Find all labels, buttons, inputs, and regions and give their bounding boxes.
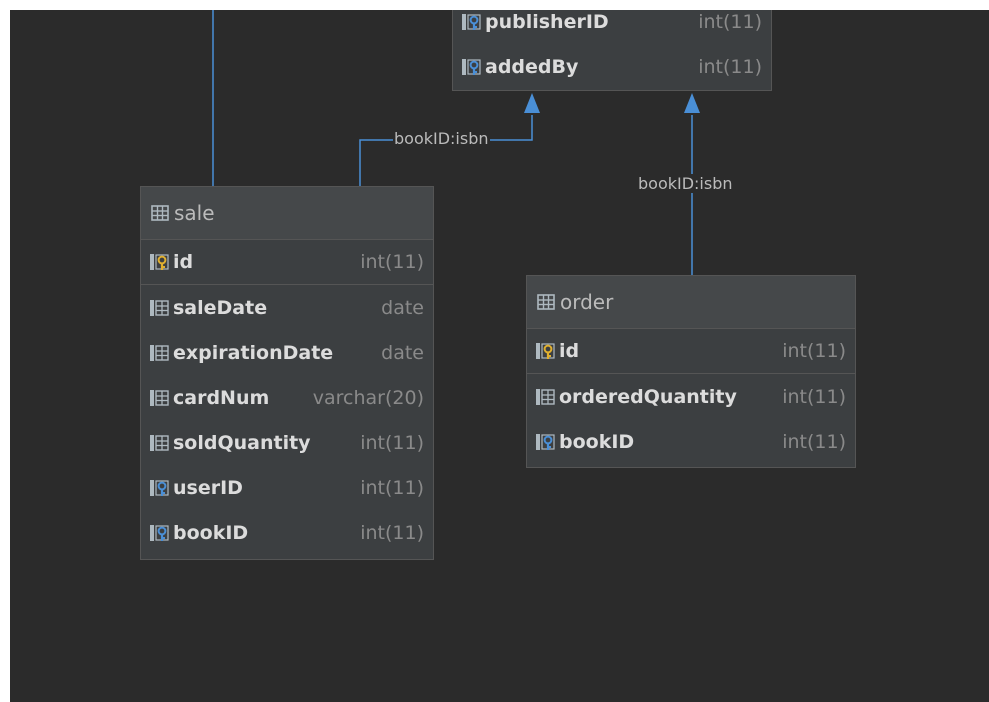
relation-label-sale: bookID:isbn (393, 129, 490, 148)
column-icon (536, 388, 555, 405)
column-name: expirationDate (173, 341, 334, 364)
table-row-cardNum[interactable]: cardNum varchar(20) (141, 375, 433, 420)
column-label-group: soldQuantity (149, 432, 311, 454)
relation-label-order: bookID:isbn (637, 174, 734, 193)
book-table[interactable]: publisherID int(11) addedBy int(11) (452, 10, 772, 91)
table-row-bookID[interactable]: bookID int(11) (141, 510, 433, 555)
column-label-group: bookID (535, 431, 634, 453)
foreign-key-icon (150, 524, 169, 541)
column-type: int(11) (782, 385, 846, 408)
arrowhead-sale-to-book (524, 93, 540, 113)
column-type: date (381, 341, 424, 364)
column-label-group: publisherID (461, 11, 609, 33)
foreign-key-icon (462, 13, 481, 30)
column-icon (150, 434, 169, 451)
table-row-saleDate[interactable]: saleDate date (141, 285, 433, 330)
table-icon (151, 205, 169, 221)
order-table-title: order (560, 290, 614, 314)
column-label-group: id (149, 251, 193, 273)
column-label-group: saleDate (149, 297, 267, 319)
table-row-addedBy[interactable]: addedBy int(11) (453, 44, 771, 89)
column-name: bookID (559, 430, 635, 453)
table-icon (537, 294, 555, 310)
table-row-primary-key[interactable]: id int(11) (141, 240, 433, 285)
column-name: bookID (173, 521, 249, 544)
column-type: int(11) (360, 521, 424, 544)
diagram-canvas[interactable]: bookID:isbn bookID:isbn publisherID int(1… (10, 10, 989, 702)
column-label-group: bookID (149, 522, 248, 544)
column-type: int(11) (698, 55, 762, 78)
table-row-orderedQuantity[interactable]: orderedQuantity int(11) (527, 374, 855, 419)
column-type: int(11) (698, 10, 762, 33)
column-icon (150, 299, 169, 316)
sale-table[interactable]: sale id int(11) saleDate date expirationDate… (140, 186, 434, 560)
column-name: publisherID (485, 10, 609, 33)
column-icon (150, 389, 169, 406)
column-name: id (173, 251, 194, 273)
column-type: date (381, 296, 424, 319)
order-table-header[interactable]: order (527, 276, 855, 329)
column-label-group: id (535, 340, 579, 362)
column-type: int(11) (360, 476, 424, 499)
column-name: saleDate (173, 296, 268, 319)
link-line-sale-to-book (359, 115, 533, 186)
primary-key-icon (536, 343, 555, 359)
column-name: orderedQuantity (559, 385, 737, 408)
table-row-soldQuantity[interactable]: soldQuantity int(11) (141, 420, 433, 465)
foreign-key-icon (536, 433, 555, 450)
column-label-group: addedBy (461, 56, 578, 78)
column-name: userID (173, 476, 243, 499)
column-type: int(11) (360, 431, 424, 454)
column-type: int(11) (782, 340, 846, 362)
column-name: addedBy (485, 55, 579, 78)
table-row-bookID[interactable]: bookID int(11) (527, 419, 855, 464)
order-table[interactable]: order id int(11) orderedQuantity int(11) boo… (526, 275, 856, 468)
column-type: varchar(20) (312, 386, 424, 409)
column-name: cardNum (173, 386, 270, 409)
column-name: soldQuantity (173, 431, 311, 454)
foreign-key-icon (462, 58, 481, 75)
column-type: int(11) (782, 430, 846, 453)
column-label-group: orderedQuantity (535, 386, 737, 408)
table-row-userID[interactable]: userID int(11) (141, 465, 433, 510)
table-row-expirationDate[interactable]: expirationDate date (141, 330, 433, 375)
arrowhead-order-to-book (684, 93, 700, 113)
column-name: id (559, 340, 580, 362)
column-icon (150, 344, 169, 361)
table-row-primary-key[interactable]: id int(11) (527, 329, 855, 374)
column-type: int(11) (360, 251, 424, 273)
foreign-key-icon (150, 479, 169, 496)
column-label-group: userID (149, 477, 243, 499)
column-label-group: expirationDate (149, 342, 333, 364)
sale-table-title: sale (174, 201, 215, 225)
column-label-group: cardNum (149, 387, 269, 409)
table-row-publisherID[interactable]: publisherID int(11) (453, 10, 771, 44)
primary-key-icon (150, 254, 169, 270)
sale-table-header[interactable]: sale (141, 187, 433, 240)
